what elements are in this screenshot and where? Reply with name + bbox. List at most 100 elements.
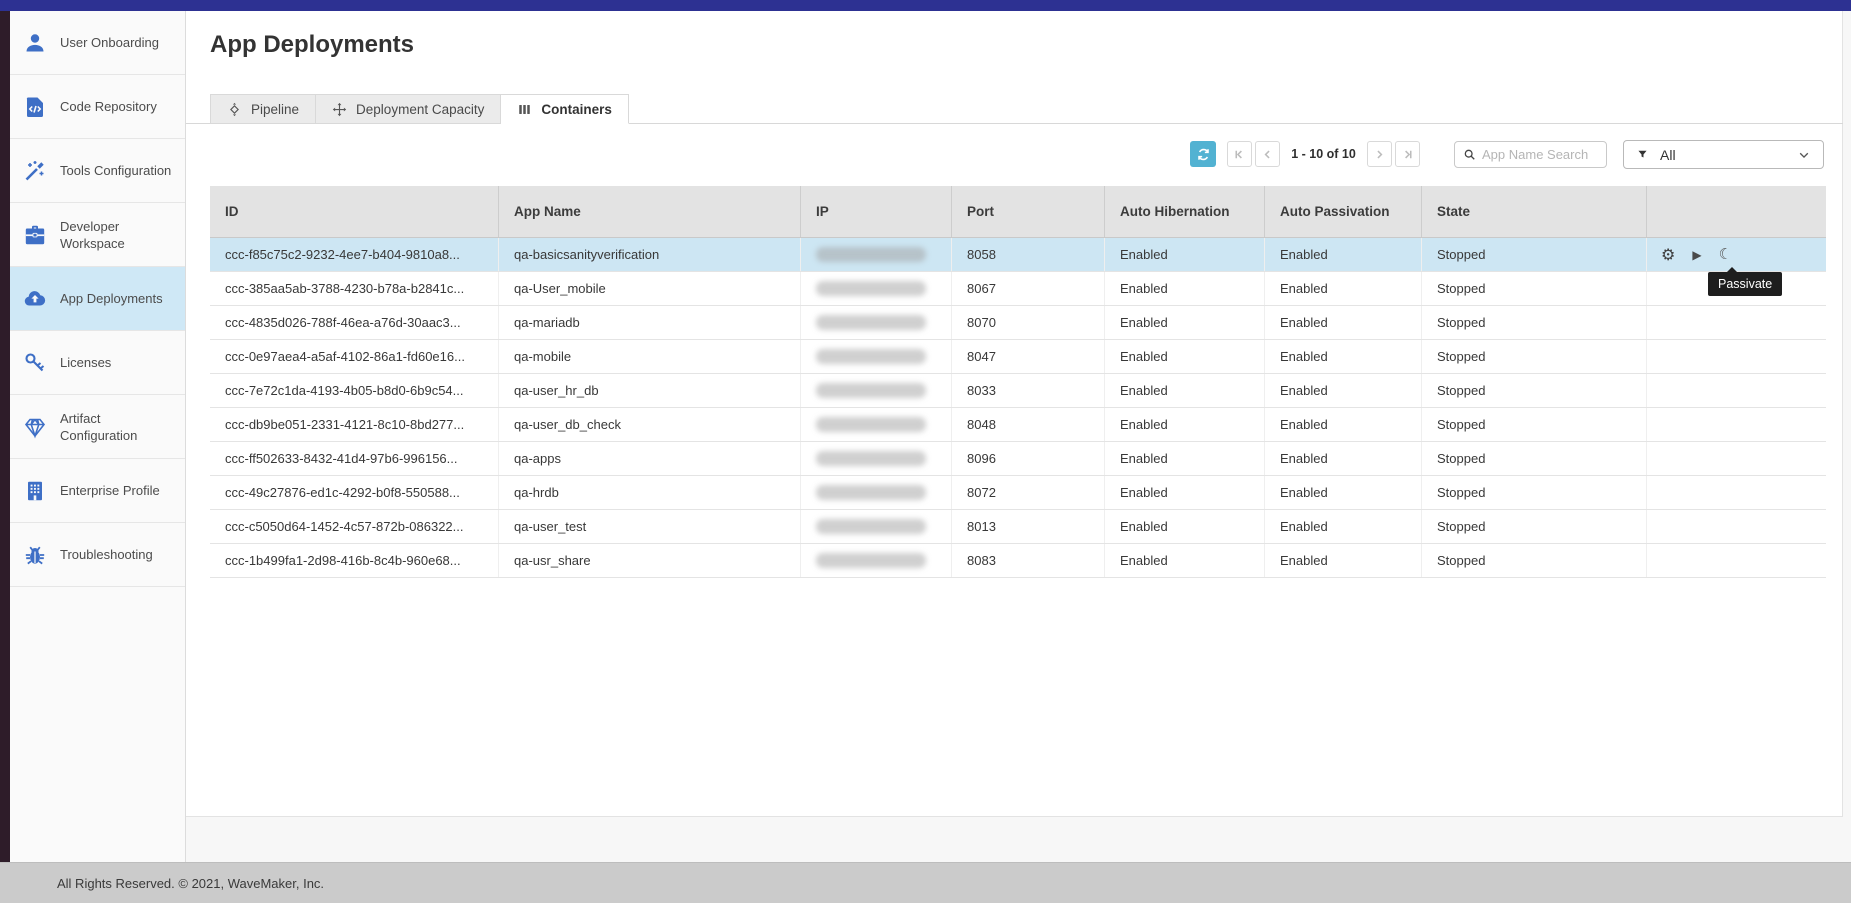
- tab-bar: Pipeline Deployment Capacity Containers: [210, 94, 629, 124]
- redacted-ip-value: [816, 281, 926, 296]
- cell-auto-passivation: Enabled: [1265, 340, 1422, 373]
- sidebar-item-licenses[interactable]: Licenses: [10, 331, 185, 395]
- sidebar-item-label: Developer Workspace: [60, 218, 174, 252]
- tab-label: Deployment Capacity: [356, 102, 484, 117]
- sidebar-item-code-repository[interactable]: Code Repository: [10, 75, 185, 139]
- cell-auto-passivation: Enabled: [1265, 272, 1422, 305]
- cell-id: ccc-c5050d64-1452-4c57-872b-086322...: [210, 510, 499, 543]
- sidebar-item-developer-workspace[interactable]: Developer Workspace: [10, 203, 185, 267]
- cell-app-name: qa-mobile: [499, 340, 801, 373]
- sidebar-item-artifact-configuration[interactable]: Artifact Configuration: [10, 395, 185, 459]
- cell-port: 8072: [952, 476, 1105, 509]
- redacted-ip-value: [816, 553, 926, 568]
- cell-actions: [1647, 476, 1826, 509]
- sidebar-item-enterprise-profile[interactable]: Enterprise Profile: [10, 459, 185, 523]
- sidebar: User Onboarding Code Repository Tools Conf…: [10, 11, 186, 862]
- tab-containers[interactable]: Containers: [501, 94, 629, 124]
- cell-actions: [1647, 408, 1826, 441]
- table-header-row: IDApp NameIPPortAuto HibernationAuto Pas…: [210, 186, 1826, 238]
- table-row[interactable]: ccc-0e97aea4-a5af-4102-86a1-fd60e16...qa…: [210, 340, 1826, 374]
- cell-state: Stopped: [1422, 442, 1647, 475]
- tab-deployment-capacity[interactable]: Deployment Capacity: [316, 94, 501, 124]
- table-row[interactable]: ccc-7e72c1da-4193-4b05-b8d0-6b9c54...qa-…: [210, 374, 1826, 408]
- cell-id: ccc-0e97aea4-a5af-4102-86a1-fd60e16...: [210, 340, 499, 373]
- sidebar-item-app-deployments[interactable]: App Deployments: [10, 267, 185, 331]
- filter-select[interactable]: All: [1623, 140, 1824, 169]
- artifact-configuration-icon: [23, 415, 47, 439]
- cell-ip: [801, 340, 952, 373]
- table-row[interactable]: ccc-385aa5ab-3788-4230-b78a-b2841c...qa-…: [210, 272, 1826, 306]
- redacted-ip-value: [816, 349, 926, 364]
- cell-app-name: qa-hrdb: [499, 476, 801, 509]
- cell-port: 8067: [952, 272, 1105, 305]
- cell-auto-hibernation: Enabled: [1105, 408, 1265, 441]
- cell-port: 8083: [952, 544, 1105, 577]
- cell-auto-passivation: Enabled: [1265, 442, 1422, 475]
- pagination-last-button[interactable]: [1395, 141, 1420, 167]
- cell-auto-hibernation: Enabled: [1105, 306, 1265, 339]
- cell-port: 8048: [952, 408, 1105, 441]
- sidebar-item-label: Tools Configuration: [60, 162, 174, 179]
- tab-pipeline[interactable]: Pipeline: [210, 94, 316, 124]
- copyright-text: All Rights Reserved. © 2021, WaveMaker, …: [57, 876, 324, 891]
- cell-auto-passivation: Enabled: [1265, 238, 1422, 271]
- sidebar-item-label: Troubleshooting: [60, 546, 174, 563]
- redacted-ip-value: [816, 315, 926, 330]
- cell-actions: [1647, 374, 1826, 407]
- sidebar-item-label: Enterprise Profile: [60, 482, 174, 499]
- app-deployments-icon: [23, 287, 47, 311]
- cell-auto-hibernation: Enabled: [1105, 476, 1265, 509]
- filter-icon: [1636, 148, 1649, 161]
- table-row[interactable]: ccc-49c27876-ed1c-4292-b0f8-550588...qa-…: [210, 476, 1826, 510]
- cell-auto-hibernation: Enabled: [1105, 442, 1265, 475]
- cell-app-name: qa-User_mobile: [499, 272, 801, 305]
- licenses-icon: [23, 351, 47, 375]
- passivate-moon-icon[interactable]: ☾: [1719, 247, 1732, 262]
- cell-auto-passivation: Enabled: [1265, 544, 1422, 577]
- search-input[interactable]: [1482, 147, 1598, 162]
- table-row[interactable]: ccc-f85c75c2-9232-4ee7-b404-9810a8...qa-…: [210, 238, 1826, 272]
- table-row[interactable]: ccc-1b499fa1-2d98-416b-8c4b-960e68...qa-…: [210, 544, 1826, 578]
- passivate-tooltip: Passivate: [1708, 272, 1782, 296]
- cell-state: Stopped: [1422, 544, 1647, 577]
- redacted-ip-value: [816, 383, 926, 398]
- cell-app-name: qa-mariadb: [499, 306, 801, 339]
- cell-ip: [801, 544, 952, 577]
- column-header-actions: [1647, 186, 1826, 237]
- cell-app-name: qa-user_db_check: [499, 408, 801, 441]
- sidebar-item-label: Artifact Configuration: [60, 410, 174, 444]
- table-row[interactable]: ccc-4835d026-788f-46ea-a76d-30aac3...qa-…: [210, 306, 1826, 340]
- search-icon: [1463, 148, 1476, 161]
- table-row[interactable]: ccc-ff502633-8432-41d4-97b6-996156...qa-…: [210, 442, 1826, 476]
- cell-auto-hibernation: Enabled: [1105, 340, 1265, 373]
- sidebar-item-tools-configuration[interactable]: Tools Configuration: [10, 139, 185, 203]
- cell-ip: [801, 476, 952, 509]
- settings-gear-icon[interactable]: ⚙: [1661, 247, 1675, 263]
- sidebar-item-troubleshooting[interactable]: Troubleshooting: [10, 523, 185, 587]
- pagination-range-label: 1 - 10 of 10: [1280, 141, 1367, 167]
- table-row[interactable]: ccc-db9be051-2331-4121-8c10-8bd277...qa-…: [210, 408, 1826, 442]
- cell-actions: [1647, 306, 1826, 339]
- troubleshooting-icon: [23, 543, 47, 567]
- column-header-auto-passivation: Auto Passivation: [1265, 186, 1422, 237]
- column-header-ip: IP: [801, 186, 952, 237]
- containers-icon: [517, 102, 532, 117]
- cell-state: Stopped: [1422, 408, 1647, 441]
- cell-id: ccc-7e72c1da-4193-4b05-b8d0-6b9c54...: [210, 374, 499, 407]
- play-icon[interactable]: ▶: [1692, 249, 1701, 261]
- pagination-first-button[interactable]: [1227, 141, 1252, 167]
- cell-ip: [801, 272, 952, 305]
- refresh-button[interactable]: [1190, 141, 1216, 167]
- cell-state: Stopped: [1422, 510, 1647, 543]
- tools-configuration-icon: [23, 159, 47, 183]
- cell-state: Stopped: [1422, 340, 1647, 373]
- cell-id: ccc-ff502633-8432-41d4-97b6-996156...: [210, 442, 499, 475]
- enterprise-profile-icon: [23, 479, 47, 503]
- sidebar-item-label: User Onboarding: [60, 34, 174, 51]
- table-row[interactable]: ccc-c5050d64-1452-4c57-872b-086322...qa-…: [210, 510, 1826, 544]
- pagination-next-button[interactable]: [1367, 141, 1392, 167]
- cell-id: ccc-db9be051-2331-4121-8c10-8bd277...: [210, 408, 499, 441]
- sidebar-item-user-onboarding[interactable]: User Onboarding: [10, 11, 185, 75]
- cell-ip: [801, 510, 952, 543]
- pagination-prev-button[interactable]: [1255, 141, 1280, 167]
